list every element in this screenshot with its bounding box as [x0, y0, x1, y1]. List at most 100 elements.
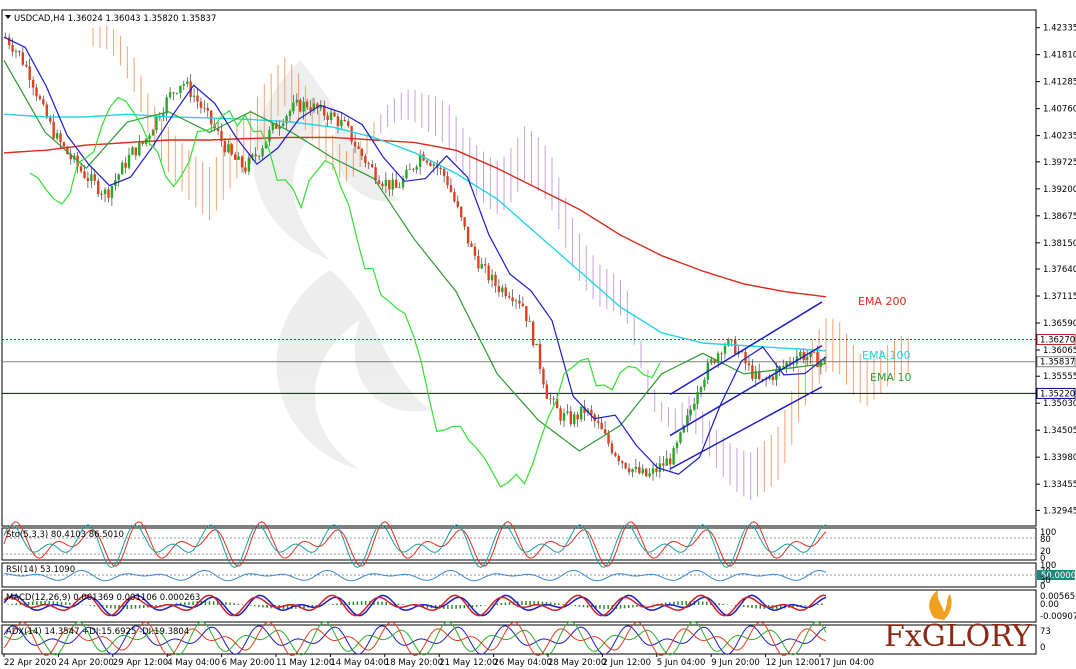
candle-body [490, 274, 494, 281]
candle-body [100, 194, 103, 195]
candle-body [281, 123, 285, 126]
candle-body [415, 166, 418, 170]
candle-body [186, 81, 189, 84]
y-tick-label: 1.41285 [1043, 78, 1076, 88]
candle-body [179, 85, 182, 94]
candle-body [634, 466, 638, 470]
candle-body [484, 264, 487, 266]
x-tick-label: 18 May 20:00 [385, 658, 443, 668]
candle-body [120, 162, 124, 175]
y-tick-label: 1.36065 [1043, 346, 1076, 356]
candle-body [644, 468, 648, 477]
candle-body [507, 296, 511, 298]
candle-body [257, 156, 261, 158]
x-tick-label: 4 May 04:00 [167, 658, 220, 668]
candle-body [799, 352, 802, 357]
candle-body [812, 351, 816, 353]
dropdown-triangle-icon[interactable] [5, 15, 11, 19]
x-tick-label: 28 May 20:00 [548, 658, 606, 668]
y-tick-label: 1.33980 [1043, 453, 1076, 463]
y-tick-label: 1.35555 [1043, 372, 1076, 382]
candle-body [196, 95, 199, 102]
candle-body [689, 409, 692, 416]
candle-body [237, 156, 240, 160]
y-tick-label: 1.42335 [1043, 24, 1076, 34]
candle-body [521, 303, 525, 307]
candle-body [374, 167, 377, 181]
candle-body [370, 164, 374, 168]
level-tag-label: 1.35837 [1040, 358, 1075, 368]
ema-line [3, 136, 827, 298]
candle-body [172, 92, 175, 94]
main-price-panel [1, 9, 1037, 527]
candle-body [131, 147, 134, 155]
adx-scale-73: 73 [1040, 627, 1051, 637]
candle-body [621, 461, 624, 463]
candle-body [651, 468, 655, 474]
candle-body [31, 79, 35, 88]
candle-body [299, 99, 302, 112]
candle-body [28, 66, 31, 80]
x-tick-label: 21 May 12:00 [439, 658, 497, 668]
candle-body [610, 443, 614, 454]
candle-body [624, 462, 627, 469]
rsi-scale-0: 0 [1040, 582, 1045, 592]
candle-body [734, 339, 737, 355]
candle-body [603, 429, 607, 434]
candle-body [641, 468, 644, 474]
candle-body [511, 297, 514, 302]
candle-body [775, 368, 778, 380]
candle-body [614, 453, 617, 456]
candle-body [364, 155, 367, 164]
candle-body [357, 146, 360, 149]
y-tick-label: 1.41810 [1043, 51, 1076, 61]
rsi-header: RSI(14) 53.1090 [6, 565, 75, 575]
x-tick-label: 12 Jun 12:00 [766, 658, 820, 668]
candle-body [497, 286, 501, 293]
candle-body [90, 174, 93, 181]
candle-body [518, 300, 521, 304]
ema-200-annotation: EMA 200 [858, 295, 906, 308]
candle-body [165, 97, 168, 114]
candle-body [86, 177, 90, 181]
candle-body [360, 148, 364, 156]
x-tick-label: 2 Jun 12:00 [602, 658, 651, 668]
candle-body [295, 99, 299, 103]
candle-body [480, 264, 483, 269]
candle-body [545, 384, 549, 399]
candle-body [244, 167, 247, 172]
candle-body [155, 115, 158, 130]
y-tick-label: 1.37640 [1043, 265, 1076, 275]
adx-scale-0: 0 [1040, 643, 1045, 653]
candle-body [648, 473, 651, 477]
candle-body [292, 102, 295, 112]
candle-body [453, 191, 456, 202]
candle-body [107, 189, 110, 198]
candle-body [494, 274, 497, 287]
candle-body [579, 406, 583, 420]
candle-body [675, 442, 679, 449]
candle-body [703, 379, 706, 388]
candle-body [347, 121, 350, 127]
candle-body [326, 115, 329, 121]
ema-10-annotation: EMA 10 [870, 371, 911, 384]
candle-body [227, 144, 230, 153]
candle-body [487, 265, 490, 281]
candle-body [631, 469, 634, 473]
candle-body [199, 101, 203, 108]
candle-body [542, 368, 545, 385]
ema-line [3, 113, 827, 352]
x-tick-label: 11 May 12:00 [276, 658, 334, 668]
candle-body [247, 157, 251, 172]
level-price-tags: 1.36270 1.35837 1.35220 [1036, 333, 1076, 399]
candle-body [79, 166, 83, 172]
candle-body [391, 179, 394, 190]
y-tick-label: 1.32945 [1043, 506, 1076, 516]
y-tick-label: 1.34505 [1043, 426, 1076, 436]
candle-body [460, 206, 463, 218]
candle-body [607, 433, 610, 444]
candle-body [117, 174, 120, 181]
candle-body [268, 130, 271, 142]
candle-body [662, 463, 665, 466]
candle-body [38, 96, 42, 100]
